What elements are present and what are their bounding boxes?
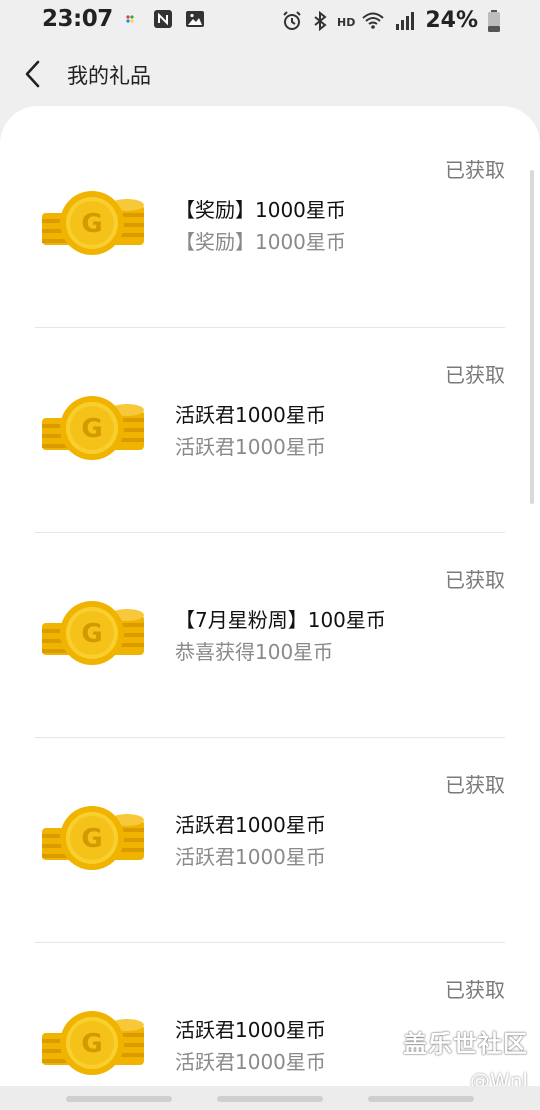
- gift-item[interactable]: G 【7月星粉周】100星币 恭喜获得100星币 已获取: [0, 533, 540, 738]
- nfc-icon: [154, 10, 172, 28]
- nav-home-button[interactable]: [217, 1096, 323, 1102]
- gift-name: 活跃君1000星币: [175, 1018, 326, 1042]
- navigation-bar: [0, 1086, 540, 1110]
- gift-item[interactable]: G 活跃君1000星币 活跃君1000星币 已获取: [0, 738, 540, 943]
- nav-back-button[interactable]: [368, 1096, 474, 1102]
- gift-status: 已获取: [445, 773, 505, 797]
- gift-description: 【奖励】1000星币: [175, 230, 346, 254]
- gift-status: 已获取: [445, 158, 505, 182]
- image-icon: [186, 11, 204, 27]
- svg-text:G: G: [81, 209, 102, 239]
- battery-icon: [488, 10, 500, 32]
- gift-name: 活跃君1000星币: [175, 403, 326, 427]
- watermark-title: 盖乐世社区: [403, 1030, 528, 1058]
- gift-item[interactable]: G 活跃君1000星币 活跃君1000星币 已获取: [0, 328, 540, 533]
- gold-coin-icon: G: [42, 191, 144, 255]
- gift-status: 已获取: [445, 978, 505, 1002]
- alarm-icon: [283, 10, 301, 30]
- gift-item[interactable]: G 【奖励】1000星币 【奖励】1000星币 已获取: [0, 123, 540, 328]
- gift-status: 已获取: [445, 363, 505, 387]
- gold-coin-icon: G: [42, 1011, 144, 1075]
- gift-name: 活跃君1000星币: [175, 813, 326, 837]
- app-header: 我的礼品: [0, 44, 540, 104]
- gold-coin-icon: G: [42, 806, 144, 870]
- gift-list-card[interactable]: G 【奖励】1000星币 【奖励】1000星币 已获取 G 活跃君1000星币 …: [0, 106, 540, 1096]
- svg-text:G: G: [81, 824, 102, 854]
- gold-coin-icon: G: [42, 601, 144, 665]
- nav-recents-button[interactable]: [66, 1096, 172, 1102]
- gift-name: 【7月星粉周】100星币: [175, 608, 386, 632]
- svg-text:G: G: [81, 414, 102, 444]
- watermark: 盖乐世社区 @Wnl: [403, 1024, 528, 1093]
- gold-coin-icon: G: [42, 396, 144, 460]
- gift-name: 【奖励】1000星币: [175, 198, 346, 222]
- hd-icon: HD: [336, 16, 356, 29]
- gift-description: 活跃君1000星币: [175, 845, 326, 869]
- status-icons-left: [120, 8, 206, 30]
- status-bar: 23:07 HD 24%: [0, 0, 540, 42]
- page-title: 我的礼品: [67, 64, 151, 88]
- status-icons-right: HD 24%: [281, 8, 478, 33]
- page: 23:07 HD 24% 我的礼品 G 【奖励】1000星币 【奖励】1000星…: [0, 0, 540, 1110]
- back-arrow-icon[interactable]: [18, 56, 48, 92]
- svg-text:G: G: [81, 1029, 102, 1059]
- status-time: 23:07: [42, 6, 113, 32]
- bluetooth-icon: [314, 10, 327, 31]
- gift-description: 恭喜获得100星币: [175, 640, 334, 664]
- svg-text:G: G: [81, 619, 102, 649]
- gift-status: 已获取: [445, 568, 505, 592]
- gift-description: 活跃君1000星币: [175, 1050, 326, 1074]
- signal-icon: [396, 11, 415, 30]
- gift-description: 活跃君1000星币: [175, 435, 326, 459]
- app-notification-icon: [126, 15, 134, 23]
- wifi-4g-icon: [362, 12, 384, 29]
- battery-percentage: 24%: [425, 8, 478, 33]
